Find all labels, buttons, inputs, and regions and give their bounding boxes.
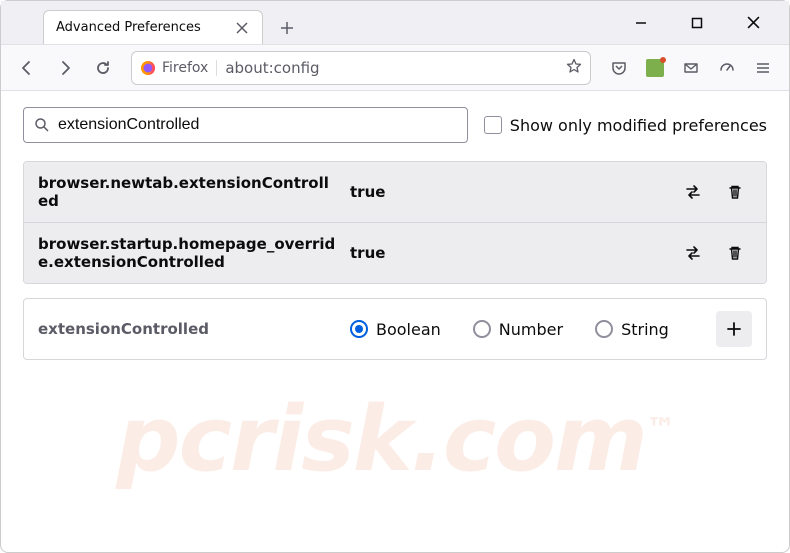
- url-text: about:config: [225, 59, 558, 77]
- show-modified-checkbox[interactable]: Show only modified preferences: [484, 116, 767, 135]
- pref-name: browser.startup.homepage_override.extens…: [38, 235, 338, 271]
- search-icon: [34, 117, 50, 133]
- radio-string[interactable]: String: [595, 320, 669, 339]
- new-pref-name: extensionControlled: [38, 320, 338, 338]
- tab-strip: Advanced Preferences: [1, 1, 303, 44]
- new-pref-row: extensionControlled Boolean Number Strin…: [23, 298, 767, 360]
- window-controls: [605, 7, 789, 39]
- toggle-button[interactable]: [676, 175, 710, 209]
- watermark: pcrisk.com™: [116, 387, 674, 492]
- add-pref-button[interactable]: [716, 311, 752, 347]
- addon-icon[interactable]: [639, 52, 671, 84]
- pref-actions: [676, 236, 752, 270]
- delete-button[interactable]: [718, 175, 752, 209]
- maximize-button[interactable]: [681, 7, 713, 39]
- menu-button[interactable]: [747, 52, 779, 84]
- pref-table: browser.newtab.extensionControlled true …: [23, 161, 767, 284]
- pref-value: true: [350, 183, 664, 201]
- new-tab-button[interactable]: [271, 12, 303, 44]
- identity-box[interactable]: Firefox: [140, 60, 217, 76]
- close-icon[interactable]: [234, 20, 250, 36]
- search-box[interactable]: [23, 107, 468, 143]
- search-row: Show only modified preferences: [23, 107, 767, 143]
- type-radio-group: Boolean Number String: [350, 320, 704, 339]
- radio-icon: [350, 320, 368, 338]
- mail-icon[interactable]: [675, 52, 707, 84]
- pref-value: true: [350, 244, 664, 262]
- radio-label: String: [621, 320, 669, 339]
- minimize-button[interactable]: [625, 7, 657, 39]
- radio-boolean[interactable]: Boolean: [350, 320, 441, 339]
- titlebar: Advanced Preferences: [1, 1, 789, 45]
- radio-icon: [473, 320, 491, 338]
- pref-name: browser.newtab.extensionControlled: [38, 174, 338, 210]
- pref-row[interactable]: browser.startup.homepage_override.extens…: [24, 222, 766, 283]
- radio-icon: [595, 320, 613, 338]
- radio-label: Boolean: [376, 320, 441, 339]
- checkbox-label: Show only modified preferences: [510, 116, 767, 135]
- tab-title: Advanced Preferences: [56, 20, 226, 35]
- checkbox-icon: [484, 116, 502, 134]
- pref-row[interactable]: browser.newtab.extensionControlled true: [24, 162, 766, 222]
- toggle-button[interactable]: [676, 236, 710, 270]
- pref-actions: [676, 175, 752, 209]
- dashboard-icon[interactable]: [711, 52, 743, 84]
- back-button[interactable]: [11, 52, 43, 84]
- content-area: Show only modified preferences browser.n…: [1, 91, 789, 376]
- url-bar[interactable]: Firefox about:config: [131, 51, 591, 85]
- delete-button[interactable]: [718, 236, 752, 270]
- radio-label: Number: [499, 320, 563, 339]
- pocket-icon[interactable]: [603, 52, 635, 84]
- radio-number[interactable]: Number: [473, 320, 563, 339]
- firefox-icon: [140, 60, 156, 76]
- bookmark-star-icon[interactable]: [566, 58, 582, 78]
- reload-button[interactable]: [87, 52, 119, 84]
- tab-active[interactable]: Advanced Preferences: [43, 10, 263, 44]
- close-window-button[interactable]: [737, 7, 769, 39]
- search-input[interactable]: [58, 116, 457, 134]
- toolbar-icons: [603, 52, 779, 84]
- identity-label: Firefox: [162, 60, 208, 76]
- nav-toolbar: Firefox about:config: [1, 45, 789, 91]
- forward-button[interactable]: [49, 52, 81, 84]
